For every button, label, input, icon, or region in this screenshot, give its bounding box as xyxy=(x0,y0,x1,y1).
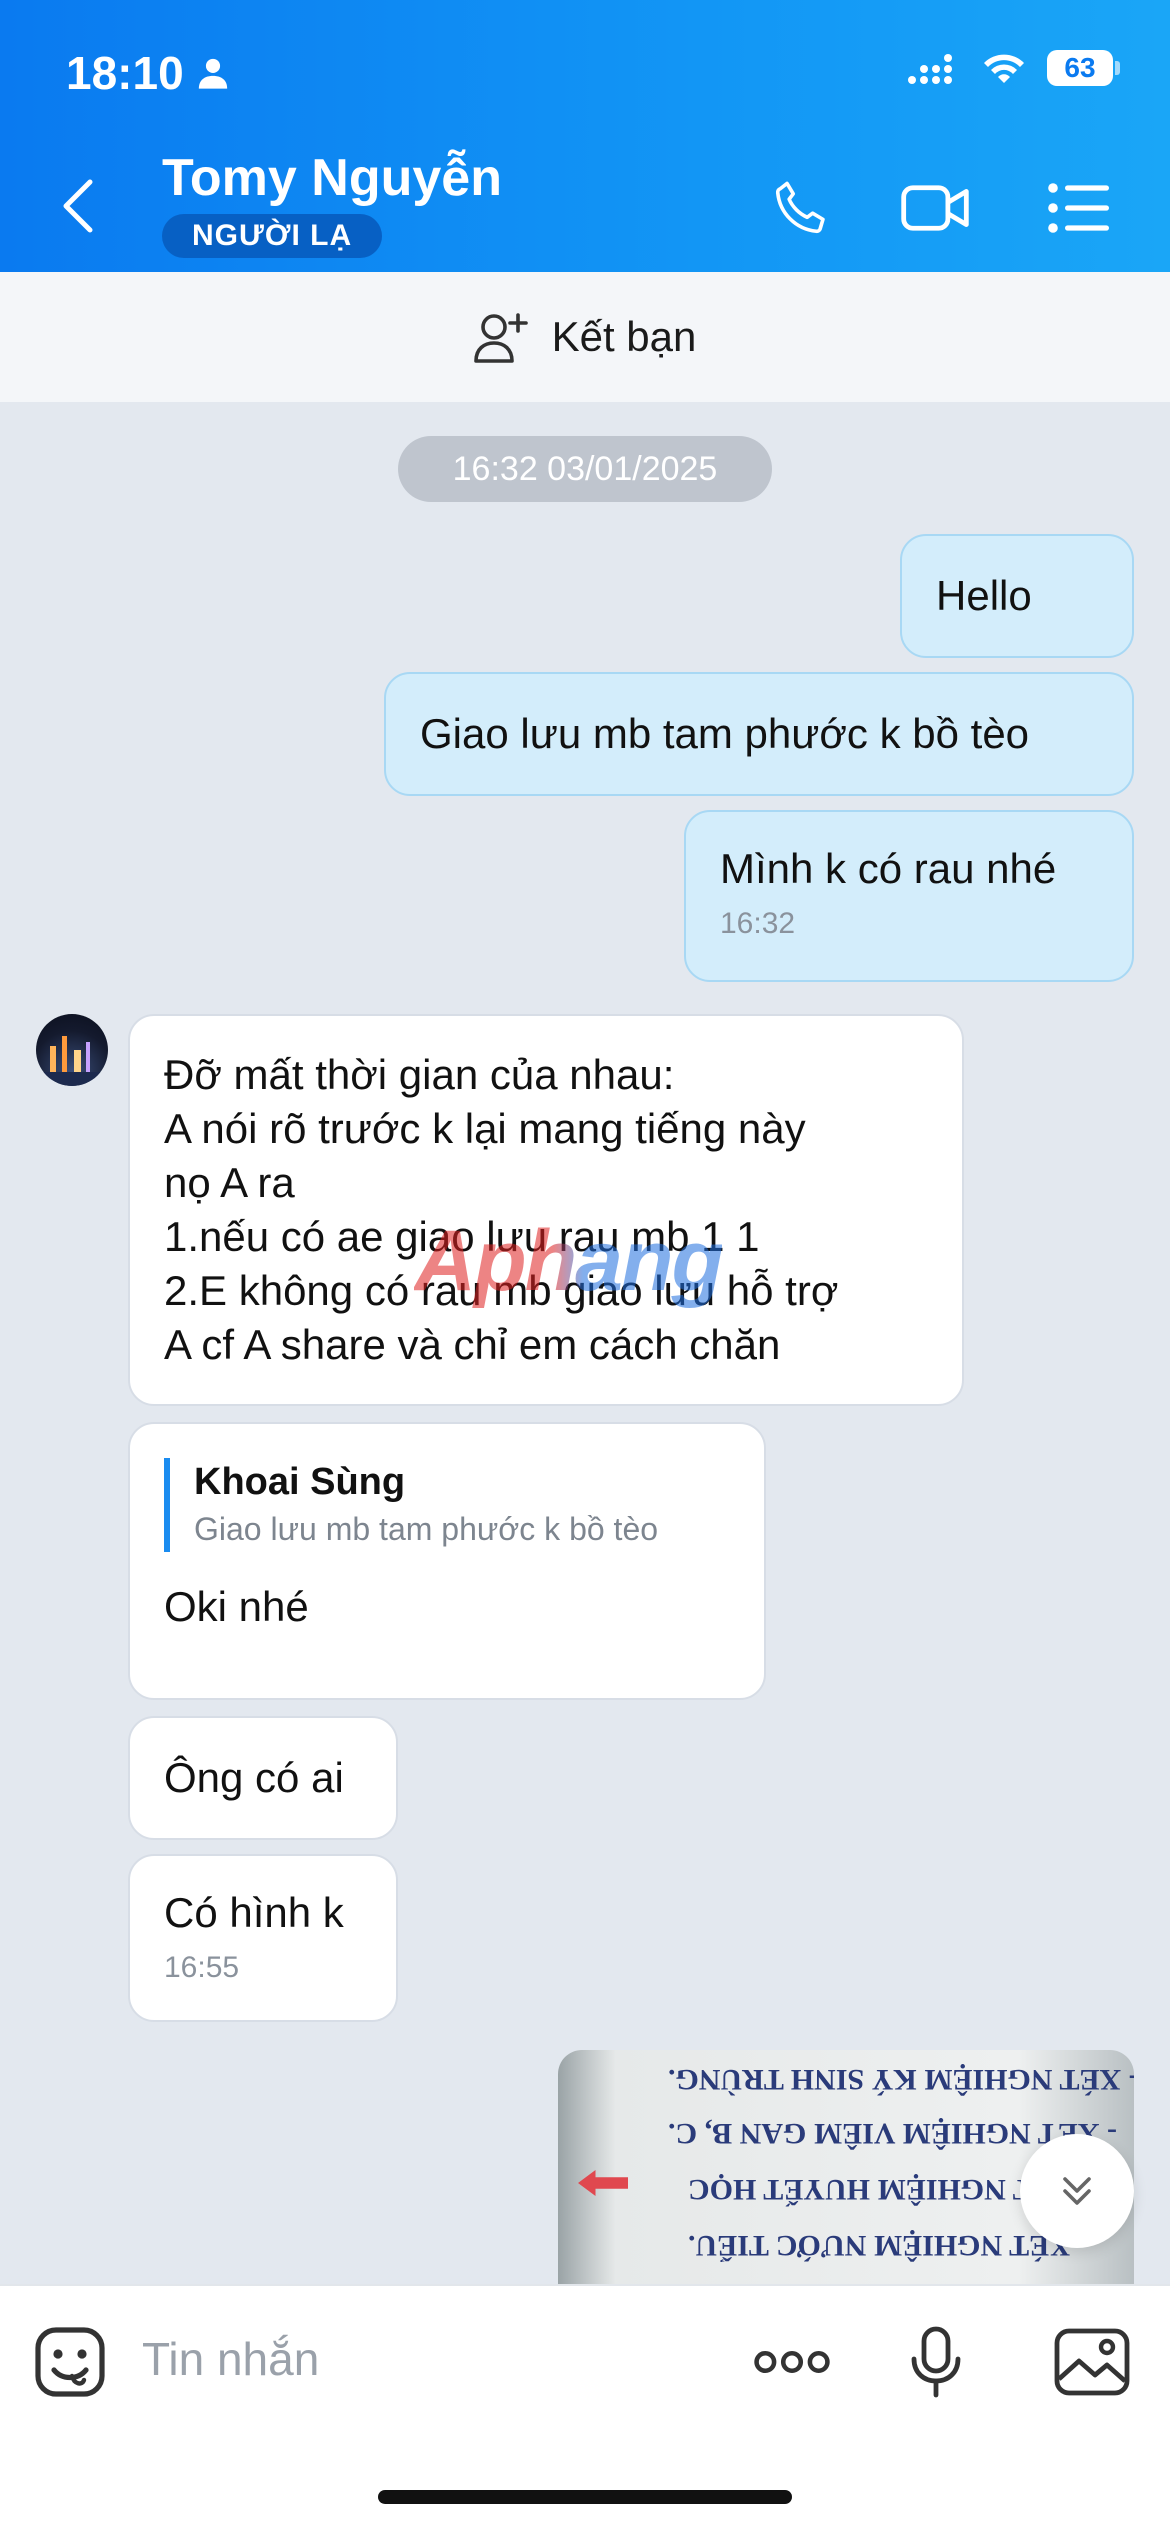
incoming-reply-message[interactable]: Khoai Sùng Giao lưu mb tam phước k bồ tè… xyxy=(128,1422,766,1700)
chat-header: 18:10 63 Tomy Nguyễn NGƯỜI LẠ xyxy=(0,0,1170,272)
person-icon xyxy=(198,58,227,89)
cellular-signal-icon xyxy=(908,54,952,84)
message-input[interactable]: Tin nhắn xyxy=(142,2332,319,2386)
incoming-message[interactable]: Ông có ai xyxy=(128,1716,398,1840)
chat-menu-button[interactable] xyxy=(1044,176,1114,240)
message-text: Oki nhé xyxy=(164,1583,309,1630)
message-text: Ông có ai xyxy=(164,1754,344,1801)
photo-sign-line: - XÉT NGHIỆM NƯỚC TIỂU. xyxy=(688,2229,1089,2262)
chevron-left-icon xyxy=(63,179,93,233)
message-text: Đỡ mất thời gian của nhau: A nói rõ trướ… xyxy=(164,1051,839,1368)
microphone-icon xyxy=(911,2326,961,2398)
more-options-button[interactable] xyxy=(752,2322,832,2402)
message-time: 16:55 xyxy=(164,1951,240,1984)
video-call-button[interactable] xyxy=(900,176,970,240)
video-camera-icon xyxy=(901,185,969,231)
add-friend-label: Kết bạn xyxy=(551,313,697,360)
message-text: Mình k có rau nhé xyxy=(720,845,1057,892)
quoted-sender: Khoai Sùng xyxy=(194,1461,406,1503)
message-text: Có hình k xyxy=(164,1889,344,1936)
battery-indicator: 63 xyxy=(1047,50,1113,86)
avatar[interactable] xyxy=(36,1014,108,1086)
sticker-button[interactable] xyxy=(30,2322,110,2402)
contact-name[interactable]: Tomy Nguyễn xyxy=(162,148,502,208)
home-indicator xyxy=(378,2490,792,2504)
photo-sign-line: - XÉT NGHIỆM KÝ SINH TRÙNG. xyxy=(668,2063,1134,2096)
back-button[interactable] xyxy=(60,176,108,236)
more-dots-icon xyxy=(754,2350,830,2374)
status-indicators: 63 xyxy=(907,50,1120,86)
outgoing-message[interactable]: Hello xyxy=(900,534,1134,658)
incoming-message[interactable]: Đỡ mất thời gian của nhau: A nói rõ trướ… xyxy=(128,1014,964,1406)
add-friend-button[interactable]: Kết bạn xyxy=(0,272,1170,402)
wifi-icon xyxy=(984,54,1024,83)
outgoing-message[interactable]: Giao lưu mb tam phước k bồ tèo xyxy=(384,672,1134,796)
quoted-text: Giao lưu mb tam phước k bồ tèo xyxy=(194,1511,659,1547)
message-text: Hello xyxy=(936,572,1032,619)
date-separator: 16:32 03/01/2025 xyxy=(398,436,772,502)
outgoing-message[interactable]: Mình k có rau nhé 16:32 xyxy=(684,810,1134,982)
voice-call-button[interactable] xyxy=(766,176,836,240)
send-image-button[interactable] xyxy=(1052,2322,1132,2402)
double-chevron-down-icon xyxy=(1063,2177,1091,2205)
sticker-icon xyxy=(35,2327,105,2397)
phone-icon xyxy=(775,181,825,234)
scroll-to-bottom-button[interactable] xyxy=(1020,2134,1134,2248)
status-time: 18:10 xyxy=(66,46,230,100)
quoted-message[interactable]: Khoai Sùng Giao lưu mb tam phước k bồ tè… xyxy=(164,1458,730,1552)
voice-record-button[interactable] xyxy=(896,2322,976,2402)
message-time: 16:32 xyxy=(720,907,796,940)
list-menu-icon xyxy=(1048,183,1109,233)
image-gallery-icon xyxy=(1054,2328,1130,2396)
message-text: Giao lưu mb tam phước k bồ tèo xyxy=(420,710,1030,757)
battery-tip xyxy=(1115,61,1120,75)
incoming-message[interactable]: Có hình k 16:55 xyxy=(128,1854,398,2022)
stranger-badge: NGƯỜI LẠ xyxy=(162,214,383,258)
status-time-text: 18:10 xyxy=(66,47,184,99)
red-arrow-sign xyxy=(578,2170,628,2196)
add-person-icon xyxy=(473,313,528,363)
